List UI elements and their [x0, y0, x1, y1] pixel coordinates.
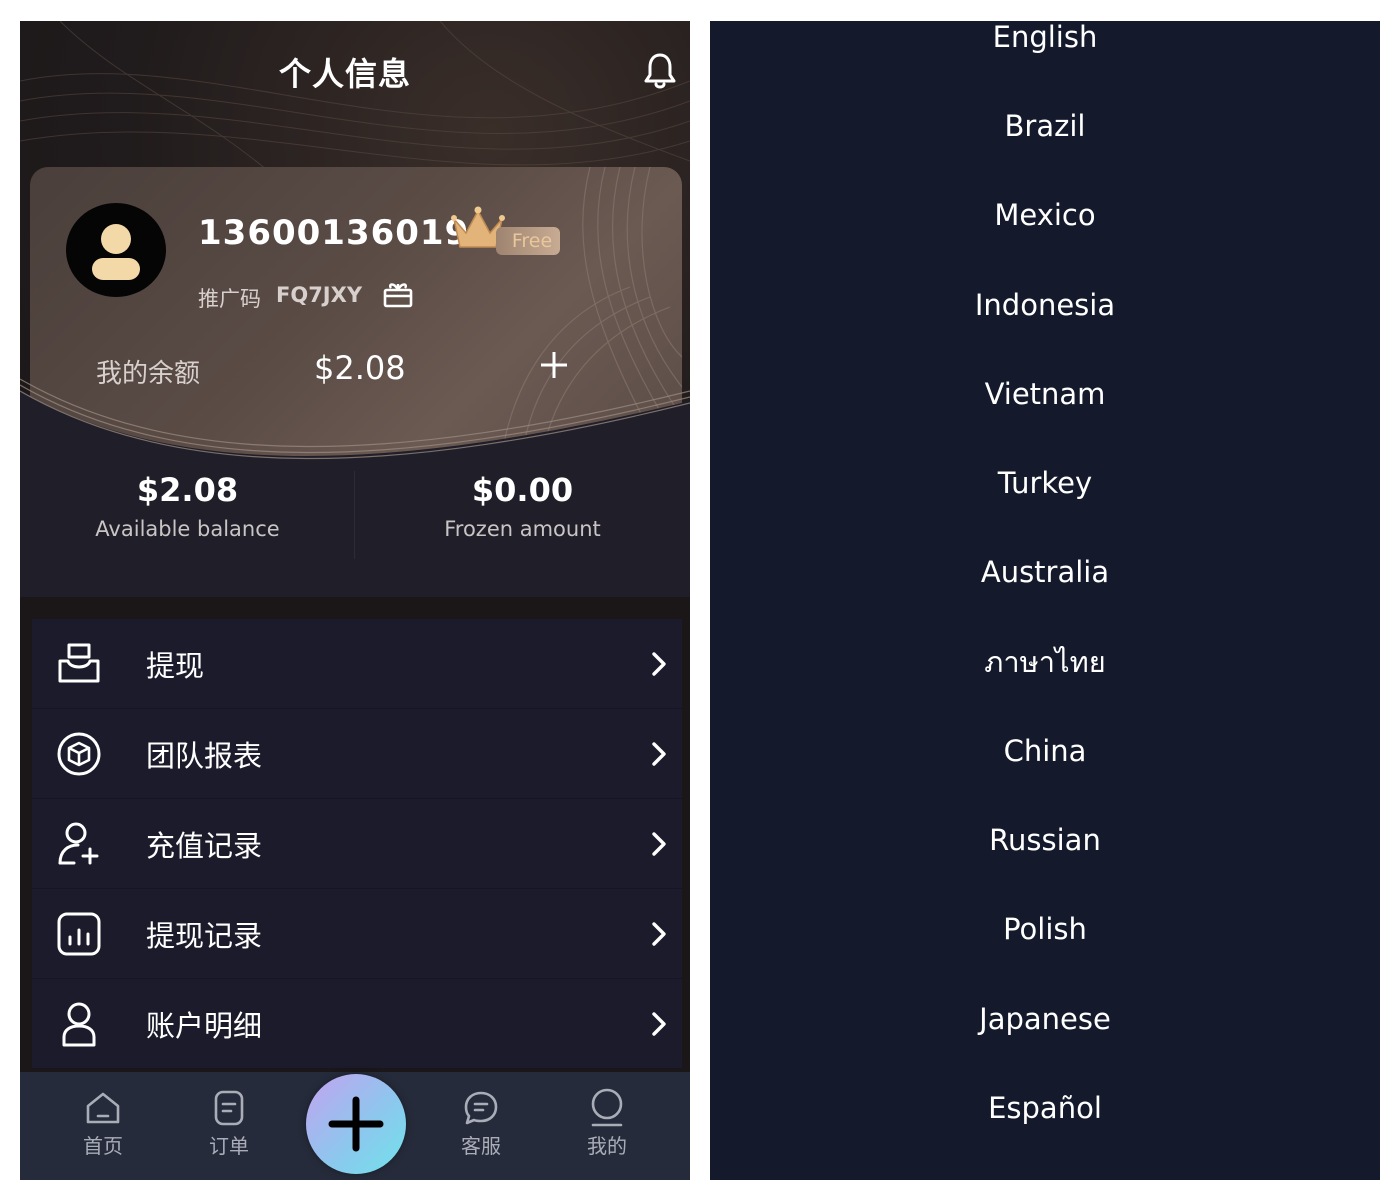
menu-item-withdraw[interactable]: 提现 [32, 619, 682, 709]
chevron-right-icon [652, 922, 666, 946]
document-icon [214, 1090, 244, 1126]
center-add-button[interactable] [306, 1074, 406, 1174]
tab-orders[interactable]: 订单 [184, 1088, 274, 1159]
account-menu: 提现 团队报表 充值记录 提现记录 账户明细 [32, 619, 682, 1069]
chat-bubble-icon [464, 1091, 498, 1125]
tab-support[interactable]: 客服 [436, 1088, 526, 1159]
tab-label: 首页 [83, 1134, 123, 1158]
language-option-vietnam[interactable]: Vietnam [710, 374, 1380, 414]
chevron-right-icon [652, 742, 666, 766]
copy-gift-icon[interactable] [382, 279, 414, 309]
available-balance-stat: $2.08 Available balance [20, 471, 355, 541]
chevron-right-icon [652, 652, 666, 676]
language-option-china[interactable]: China [710, 731, 1380, 771]
language-option-thai[interactable]: ภาษาไทย [710, 642, 1380, 682]
language-option-turkey[interactable]: Turkey [710, 463, 1380, 503]
inbox-icon [58, 643, 100, 683]
available-balance-value: $2.08 [136, 471, 239, 509]
menu-item-team-report[interactable]: 团队报表 [32, 709, 682, 799]
tab-label: 订单 [209, 1134, 249, 1158]
chevron-right-icon [652, 832, 666, 856]
menu-item-account-details[interactable]: 账户明细 [32, 979, 682, 1069]
frozen-amount-label: Frozen amount [444, 517, 601, 541]
tab-label: 我的 [587, 1134, 627, 1158]
membership-badge: Free [496, 227, 560, 255]
cube-icon [57, 732, 101, 776]
menu-item-withdraw-records[interactable]: 提现记录 [32, 889, 682, 979]
language-picker: English Brazil Mexico Indonesia Vietnam … [710, 21, 1380, 1180]
bottom-tab-bar: 首页 订单 客服 我的 [20, 1072, 690, 1180]
menu-item-label: 账户明细 [146, 1009, 263, 1043]
menu-item-label: 提现 [146, 649, 205, 683]
menu-item-label: 充值记录 [146, 829, 263, 863]
frozen-amount-value: $0.00 [471, 471, 574, 509]
bell-icon[interactable] [642, 51, 678, 91]
language-option-japanese[interactable]: Japanese [710, 999, 1380, 1039]
language-option-mexico[interactable]: Mexico [710, 195, 1380, 235]
menu-item-recharge-records[interactable]: 充值记录 [32, 799, 682, 889]
user-icon [62, 1002, 96, 1047]
bar-chart-icon [57, 912, 101, 956]
language-option-indonesia[interactable]: Indonesia [710, 285, 1380, 325]
available-balance-label: Available balance [95, 517, 280, 541]
language-option-polish[interactable]: Polish [710, 909, 1380, 949]
language-option-australia[interactable]: Australia [710, 552, 1380, 592]
plus-icon [328, 1096, 384, 1152]
menu-item-label: 提现记录 [146, 919, 263, 953]
tab-mine[interactable]: 我的 [562, 1088, 652, 1159]
profile-screen: 个人信息 13600136019 Free 推广码 FQ7JXY 我的余额 $2… [20, 21, 690, 1180]
account-phone-number: 13600136019 [198, 213, 470, 253]
user-circle-icon [591, 1088, 623, 1127]
tab-label: 客服 [461, 1134, 501, 1158]
promo-code-label: 推广码 [198, 287, 261, 311]
avatar[interactable] [66, 203, 166, 297]
user-avatar-icon [92, 224, 140, 280]
language-option-russian[interactable]: Russian [710, 820, 1380, 860]
promo-code-value: FQ7JXY [276, 283, 363, 307]
user-add-icon [58, 822, 99, 865]
home-icon [86, 1092, 120, 1124]
frozen-amount-stat: $0.00 Frozen amount [355, 471, 690, 541]
chevron-right-icon [652, 1012, 666, 1036]
menu-item-label: 团队报表 [146, 739, 263, 773]
language-option-espanol[interactable]: Español [710, 1088, 1380, 1128]
language-option-brazil[interactable]: Brazil [710, 106, 1380, 146]
language-option-english[interactable]: English [710, 21, 1380, 57]
page-title: 个人信息 [278, 55, 411, 93]
tab-home[interactable]: 首页 [58, 1088, 148, 1159]
